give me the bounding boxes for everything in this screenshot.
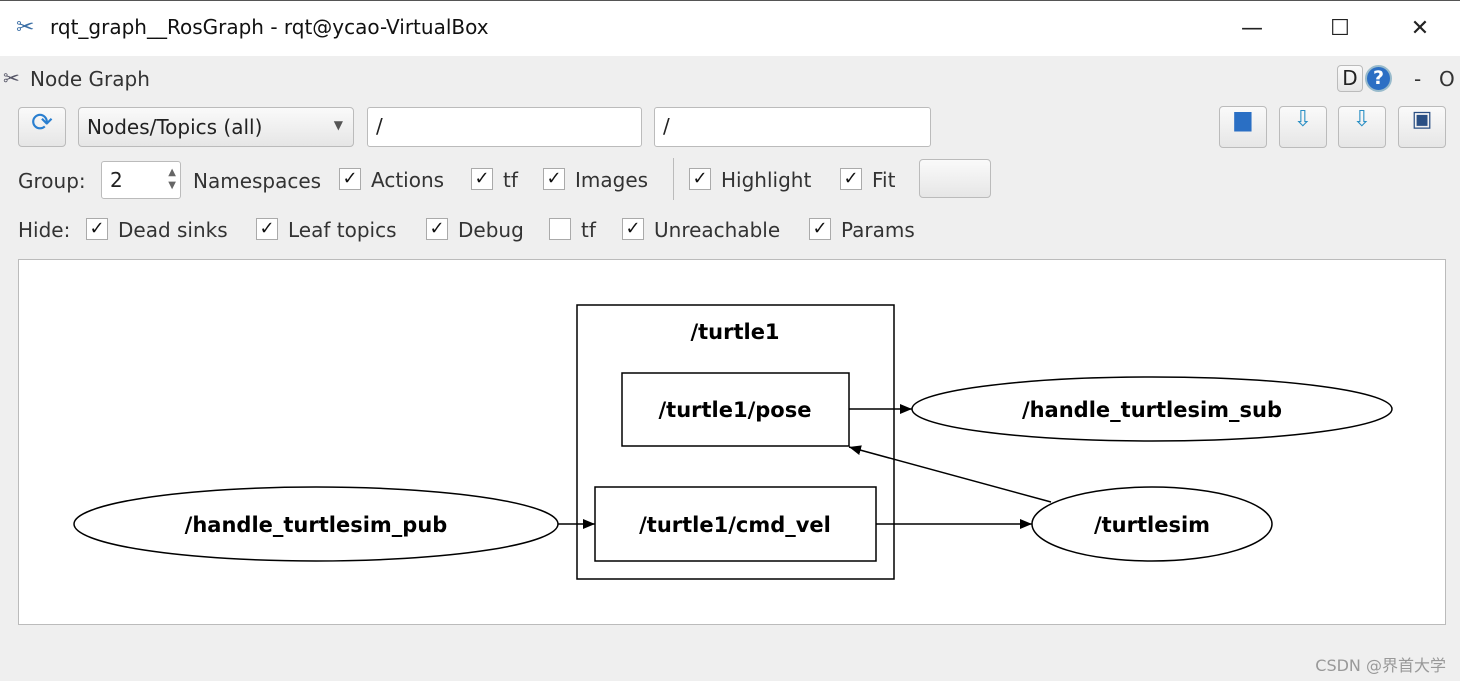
dock-button[interactable]: D xyxy=(1337,65,1363,92)
close-button[interactable]: ✕ xyxy=(1400,11,1440,47)
graph-mode-select[interactable]: Nodes/Topics (all) ▼ xyxy=(78,107,354,147)
save-svg-button[interactable]: ⇩ xyxy=(1338,106,1386,148)
tf-label: tf xyxy=(503,168,518,192)
actions-label: Actions xyxy=(371,168,445,192)
spin-arrows-icon[interactable]: ▲ ▼ xyxy=(168,166,176,192)
load-dot-button[interactable]: ▆ xyxy=(1219,106,1267,148)
window-title: rqt_graph__RosGraph - rqt@ycao-VirtualBo… xyxy=(50,15,489,39)
leaf-topics-label: Leaf topics xyxy=(288,218,397,242)
hide-label: Hide: xyxy=(18,218,71,242)
topic-filter-input[interactable]: / xyxy=(654,107,931,147)
group-value: 2 xyxy=(110,168,123,192)
dead-sinks-label: Dead sinks xyxy=(118,218,228,242)
image-icon: ▣ xyxy=(1411,107,1433,132)
unreachable-label: Unreachable xyxy=(654,218,781,242)
watermark: CSDN @界首大学 xyxy=(1315,656,1446,675)
refresh-button[interactable]: ⟳ xyxy=(18,107,66,147)
topic-label: /turtle1/pose xyxy=(659,398,812,422)
chevron-down-icon: ▼ xyxy=(333,118,343,132)
images-checkbox[interactable]: ✓ xyxy=(543,168,565,190)
save-dot-button[interactable]: ⇩ xyxy=(1279,106,1327,148)
maximize-button[interactable]: ☐ xyxy=(1320,11,1360,47)
namespaces-label: Namespaces xyxy=(193,169,322,193)
fit-checkbox[interactable]: ✓ xyxy=(840,168,862,190)
fit-in-view-button[interactable] xyxy=(919,159,991,198)
group-label: Group: xyxy=(18,169,86,193)
hide-tf-checkbox[interactable] xyxy=(549,218,571,240)
fit-label: Fit xyxy=(872,168,896,192)
help-icon[interactable]: ? xyxy=(1365,65,1392,92)
topic-cmd-vel[interactable]: /turtle1/cmd_vel xyxy=(594,486,877,562)
cluster-label: /turtle1 xyxy=(690,320,779,344)
divider xyxy=(673,158,674,200)
params-label: Params xyxy=(841,218,915,242)
debug-label: Debug xyxy=(458,218,524,242)
leaf-topics-checkbox[interactable]: ✓ xyxy=(256,218,278,240)
group-spinbox[interactable]: 2 ▲ ▼ xyxy=(101,161,181,199)
save-icon: ⇩ xyxy=(1352,107,1372,132)
actions-checkbox[interactable]: ✓ xyxy=(339,168,361,190)
dead-sinks-checkbox[interactable]: ✓ xyxy=(86,218,108,240)
refresh-icon: ⟳ xyxy=(31,108,53,138)
plugin-title: Node Graph xyxy=(30,67,150,91)
save-icon: ⇩ xyxy=(1293,107,1313,132)
topic-label: /turtle1/cmd_vel xyxy=(639,513,831,537)
cluster-turtle1[interactable]: /turtle1 xyxy=(576,304,895,580)
highlight-label: Highlight xyxy=(721,168,812,192)
window-titlebar: ✂ rqt_graph__RosGraph - rqt@ycao-Virtual… xyxy=(0,0,1460,56)
save-image-button[interactable]: ▣ xyxy=(1398,106,1446,148)
highlight-checkbox[interactable]: ✓ xyxy=(689,168,711,190)
minimize-button[interactable]: — xyxy=(1232,11,1272,47)
node-handle-turtlesim-sub[interactable]: /handle_turtlesim_sub xyxy=(911,376,1393,442)
minimize-plugin-button[interactable]: - xyxy=(1414,67,1421,91)
node-filter-input[interactable]: / xyxy=(367,107,642,147)
plugin-icon: ✂ xyxy=(3,66,20,90)
node-label: /handle_turtlesim_sub xyxy=(1022,398,1282,422)
hide-tf-label: tf xyxy=(581,218,596,242)
tf-checkbox[interactable]: ✓ xyxy=(471,168,493,190)
node-label: /turtlesim xyxy=(1094,513,1210,537)
params-checkbox[interactable]: ✓ xyxy=(809,218,831,240)
node-handle-turtlesim-pub[interactable]: /handle_turtlesim_pub xyxy=(73,486,559,562)
edge-turtlesim-to-pose xyxy=(848,445,1052,503)
node-label: /handle_turtlesim_pub xyxy=(185,513,448,537)
node-turtlesim[interactable]: /turtlesim xyxy=(1031,486,1273,562)
tools-icon: ✂ xyxy=(16,15,35,40)
topic-pose[interactable]: /turtle1/pose xyxy=(621,372,850,447)
close-plugin-button[interactable]: O xyxy=(1439,67,1455,91)
images-label: Images xyxy=(575,168,649,192)
unreachable-checkbox[interactable]: ✓ xyxy=(622,218,644,240)
graph-mode-value: Nodes/Topics (all) xyxy=(87,115,263,139)
open-file-icon: ▆ xyxy=(1234,107,1252,132)
graph-view[interactable]: /turtle1 /turtle1/pose /turtle1/cmd_vel … xyxy=(18,259,1446,625)
debug-checkbox[interactable]: ✓ xyxy=(426,218,448,240)
